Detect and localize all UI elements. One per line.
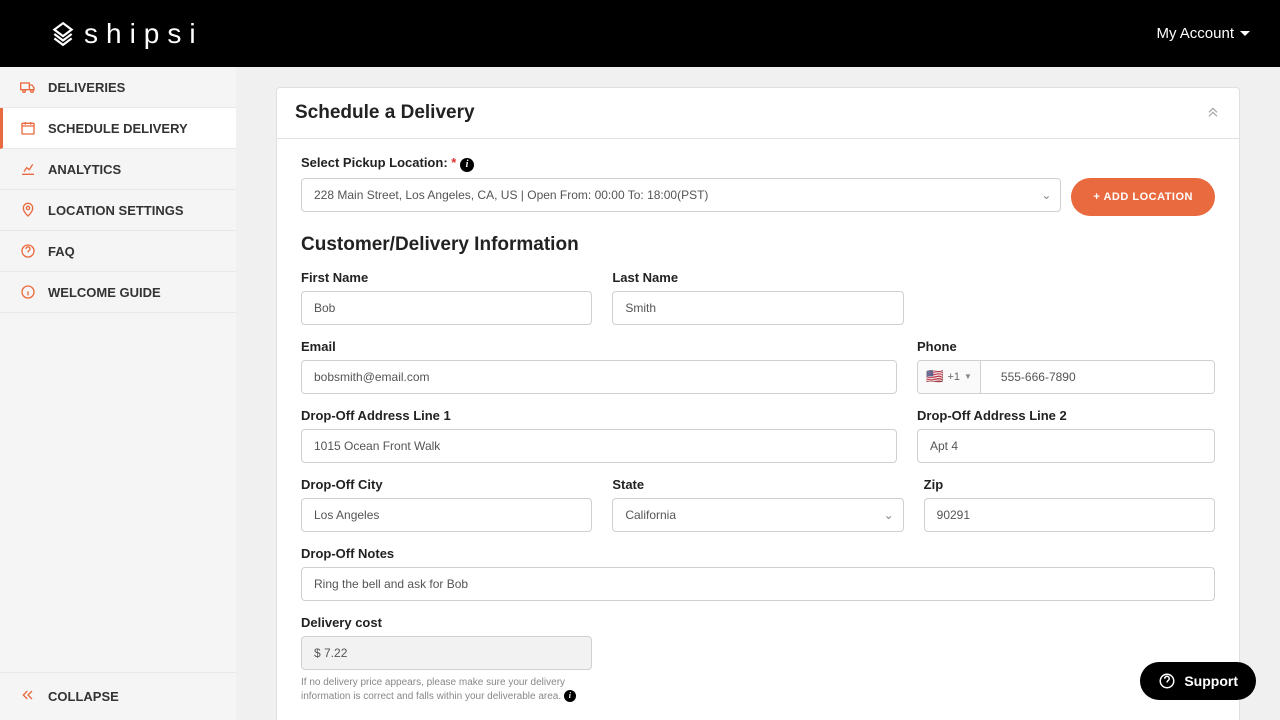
tooltip-icon[interactable]: i: [460, 158, 474, 172]
tooltip-icon[interactable]: i: [564, 690, 576, 702]
help-icon: [1158, 672, 1176, 690]
email-input[interactable]: [301, 360, 897, 394]
sidebar-item-faq[interactable]: FAQ: [0, 231, 236, 272]
notes-label: Drop-Off Notes: [301, 546, 1215, 561]
flag-us-icon: 🇺🇸: [926, 368, 943, 385]
collapse-label: COLLAPSE: [48, 689, 119, 704]
state-select[interactable]: ⌄: [612, 498, 903, 532]
question-icon: [20, 243, 36, 259]
phone-field: 🇺🇸 +1 ▼: [917, 360, 1215, 394]
schedule-card: Schedule a Delivery Select Pickup Locati…: [276, 87, 1240, 720]
sidebar-item-deliveries[interactable]: DELIVERIES: [0, 67, 236, 108]
addr1-input[interactable]: [301, 429, 897, 463]
caret-down-icon: [1240, 31, 1250, 36]
pin-icon: [20, 202, 36, 218]
cost-display: [301, 636, 592, 670]
sidebar-item-label: ANALYTICS: [48, 162, 121, 177]
sidebar-item-label: FAQ: [48, 244, 75, 259]
support-button[interactable]: Support: [1140, 662, 1256, 700]
caret-down-icon: ▼: [964, 372, 972, 381]
sidebar: DELIVERIES SCHEDULE DELIVERY ANALYTICS L…: [0, 67, 236, 720]
zip-label: Zip: [924, 477, 1215, 492]
zip-input[interactable]: [924, 498, 1215, 532]
addr2-label: Drop-Off Address Line 2: [917, 408, 1215, 423]
collapse-button[interactable]: COLLAPSE: [0, 672, 236, 720]
required-star: *: [451, 155, 456, 170]
add-location-button[interactable]: + ADD LOCATION: [1071, 178, 1215, 216]
card-header: Schedule a Delivery: [277, 88, 1239, 139]
addr2-input[interactable]: [917, 429, 1215, 463]
state-select-input[interactable]: [612, 498, 903, 532]
phone-label: Phone: [917, 339, 1215, 354]
info-icon: [20, 284, 36, 300]
email-label: Email: [301, 339, 897, 354]
truck-icon: [20, 79, 36, 95]
cost-hint: If no delivery price appears, please mak…: [301, 676, 592, 704]
logo: shipsi: [50, 18, 204, 50]
state-label: State: [612, 477, 903, 492]
logo-icon: [50, 21, 76, 47]
sidebar-item-label: WELCOME GUIDE: [48, 285, 161, 300]
main-content: Schedule a Delivery Select Pickup Locati…: [236, 67, 1280, 720]
phone-country-select[interactable]: 🇺🇸 +1 ▼: [918, 361, 981, 393]
support-label: Support: [1184, 673, 1238, 689]
sidebar-item-label: DELIVERIES: [48, 80, 125, 95]
card-title: Schedule a Delivery: [295, 102, 475, 124]
pickup-label: Select Pickup Location: * i: [301, 155, 1215, 172]
account-label: My Account: [1156, 25, 1234, 42]
phone-code-value: +1: [947, 371, 960, 383]
section-title: Customer/Delivery Information: [301, 234, 1215, 256]
first-name-input[interactable]: [301, 291, 592, 325]
sidebar-item-label: SCHEDULE DELIVERY: [48, 121, 188, 136]
chart-icon: [20, 161, 36, 177]
collapse-card-icon[interactable]: [1205, 103, 1221, 124]
last-name-input[interactable]: [612, 291, 903, 325]
logo-text: shipsi: [84, 18, 204, 50]
sidebar-item-location[interactable]: LOCATION SETTINGS: [0, 190, 236, 231]
city-label: Drop-Off City: [301, 477, 592, 492]
last-name-label: Last Name: [612, 270, 903, 285]
notes-input[interactable]: [301, 567, 1215, 601]
pickup-select[interactable]: ⌄: [301, 178, 1061, 212]
calendar-icon: [20, 120, 36, 136]
sidebar-item-welcome[interactable]: WELCOME GUIDE: [0, 272, 236, 313]
city-input[interactable]: [301, 498, 592, 532]
account-menu[interactable]: My Account: [1156, 25, 1250, 42]
first-name-label: First Name: [301, 270, 592, 285]
sidebar-item-schedule[interactable]: SCHEDULE DELIVERY: [0, 108, 236, 149]
sidebar-item-label: LOCATION SETTINGS: [48, 203, 184, 218]
pickup-select-input[interactable]: [301, 178, 1061, 212]
cost-label: Delivery cost: [301, 615, 592, 630]
phone-input[interactable]: [981, 361, 1214, 393]
sidebar-item-analytics[interactable]: ANALYTICS: [0, 149, 236, 190]
app-header: shipsi My Account: [0, 0, 1280, 67]
addr1-label: Drop-Off Address Line 1: [301, 408, 897, 423]
chevron-left-icon: [20, 687, 36, 706]
